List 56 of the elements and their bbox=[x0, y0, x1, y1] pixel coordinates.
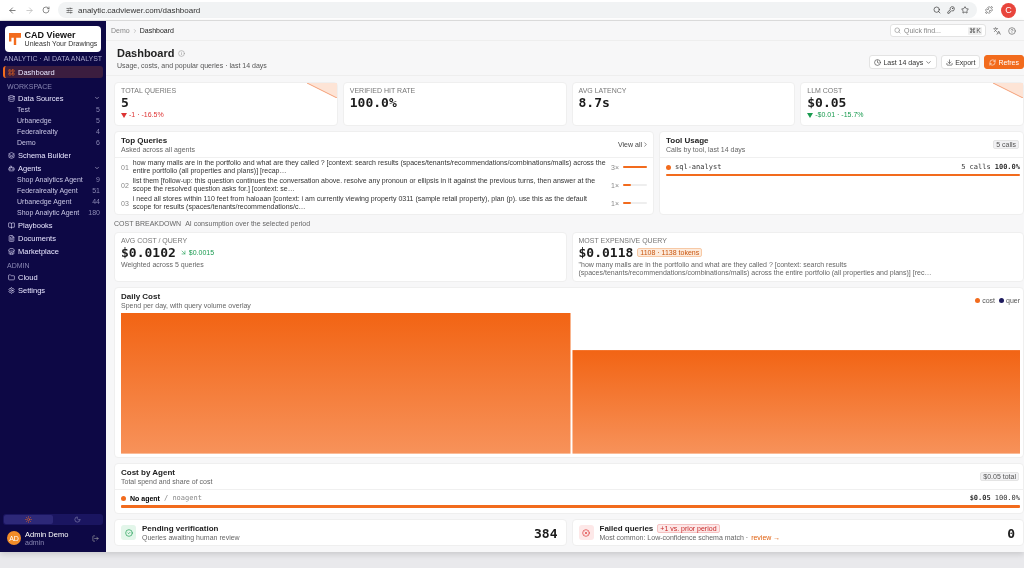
card-title: Daily Cost bbox=[121, 292, 162, 302]
language-icon bbox=[993, 26, 1001, 35]
site-settings-icon bbox=[66, 6, 73, 14]
document-icon bbox=[8, 234, 15, 242]
alert-value: 0 bbox=[1007, 525, 1015, 541]
bullet-icon bbox=[121, 495, 126, 501]
check-icon bbox=[121, 525, 136, 540]
page-title: Dashboard bbox=[117, 47, 175, 59]
alert-title: Failed queries bbox=[599, 524, 654, 533]
refresh-icon bbox=[989, 58, 997, 66]
download-icon bbox=[946, 58, 954, 66]
folder-icon bbox=[8, 273, 15, 281]
chevron-icon bbox=[131, 27, 138, 34]
clock-icon bbox=[874, 58, 882, 66]
info-icon bbox=[178, 49, 186, 57]
profile-avatar[interactable]: C bbox=[1001, 2, 1016, 18]
stat-value: $0.0118 bbox=[578, 245, 634, 261]
chevron-icon bbox=[642, 141, 649, 148]
bullet-icon bbox=[666, 164, 671, 170]
search-icon bbox=[894, 27, 901, 34]
card-title: Cost by Agent bbox=[121, 468, 176, 477]
reload-icon bbox=[42, 6, 50, 14]
key-icon bbox=[947, 6, 955, 14]
logo-icon bbox=[8, 33, 21, 45]
card-title: Top Queries bbox=[121, 136, 169, 145]
database-icon bbox=[8, 94, 15, 102]
sun-icon bbox=[25, 516, 32, 523]
star-icon bbox=[961, 6, 969, 14]
stat-value: 8.7s bbox=[578, 95, 611, 110]
robot-icon bbox=[8, 164, 15, 172]
moon-icon bbox=[74, 516, 81, 523]
settings-icon bbox=[8, 286, 15, 294]
chevron-icon bbox=[94, 95, 100, 101]
help-icon bbox=[1008, 26, 1016, 35]
forward-icon bbox=[25, 5, 34, 15]
error-icon bbox=[578, 525, 594, 540]
arrow-down-right-icon bbox=[179, 249, 187, 257]
back-icon bbox=[8, 5, 17, 15]
extensions-icon bbox=[985, 6, 993, 14]
stat-value: 5 bbox=[121, 95, 130, 110]
grid-icon bbox=[8, 68, 15, 76]
stat-value: $0.05 bbox=[807, 95, 848, 110]
chevron-icon bbox=[94, 165, 100, 171]
store-icon bbox=[8, 247, 15, 255]
card-title: Tool Usage bbox=[666, 136, 710, 145]
search-icon bbox=[933, 6, 941, 14]
stat-value: 100.0% bbox=[349, 95, 398, 110]
alert-value: 384 bbox=[534, 525, 558, 541]
alert-title: Pending verification bbox=[142, 524, 219, 533]
logout-icon bbox=[92, 534, 99, 542]
logo-title: CAD Viewer bbox=[24, 31, 77, 40]
chevron-icon bbox=[925, 58, 933, 66]
book-icon bbox=[8, 221, 15, 229]
address-bar[interactable]: analytic.cadviewer.com/dashboard bbox=[58, 2, 977, 18]
layers-icon bbox=[8, 151, 15, 159]
stat-value: $0.0102 bbox=[121, 245, 176, 261]
